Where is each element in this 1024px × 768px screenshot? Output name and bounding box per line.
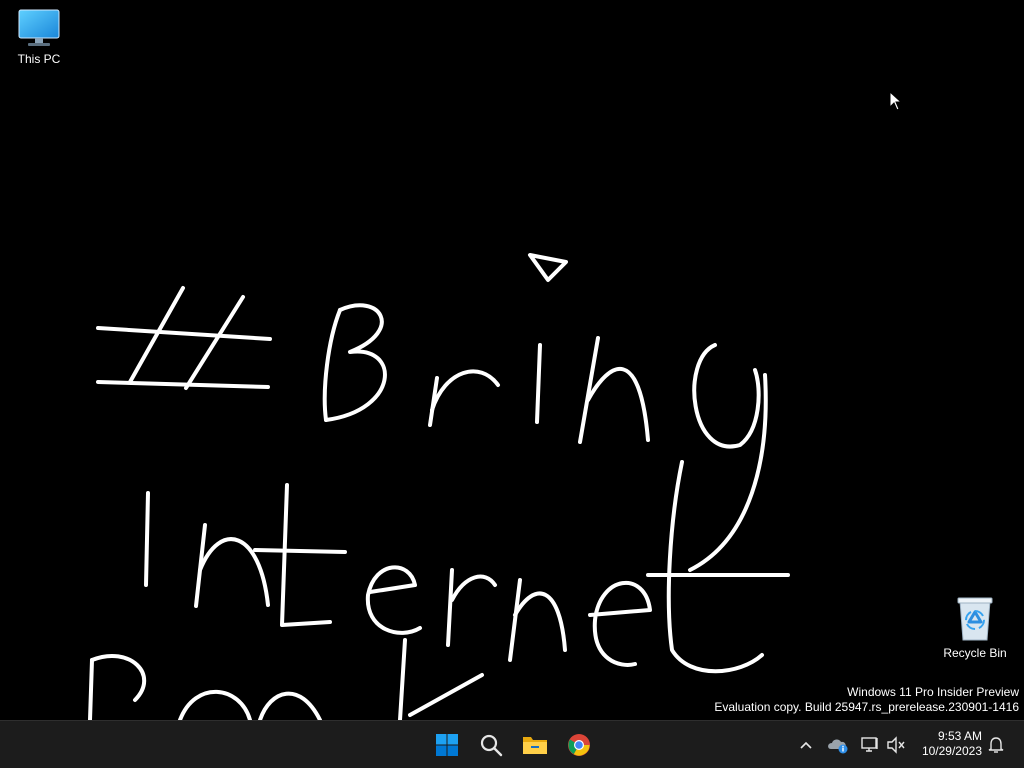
network-tray-button[interactable] — [858, 733, 882, 757]
desktop-icon-this-pc[interactable]: This PC — [1, 8, 77, 66]
windows-watermark: Windows 11 Pro Insider Preview Evaluatio… — [714, 685, 1019, 715]
search-icon — [480, 734, 503, 757]
start-button[interactable] — [429, 727, 465, 763]
mouse-cursor-icon — [889, 91, 903, 111]
desktop-icon-label: This PC — [17, 52, 61, 66]
desktop-icon-recycle-bin[interactable]: Recycle Bin — [937, 596, 1013, 660]
bell-icon — [988, 737, 1004, 753]
cloud-icon — [828, 739, 848, 754]
network-icon — [861, 737, 878, 752]
taskbar: 9:53 AM 10/29/2023 — [0, 720, 1024, 768]
watermark-edition: Windows 11 Pro Insider Preview — [847, 685, 1019, 699]
clock-date: 10/29/2023 — [921, 744, 982, 758]
monitor-icon — [18, 9, 60, 46]
chevron-up-icon — [800, 741, 812, 749]
chrome-icon — [568, 734, 590, 756]
handwritten-drawing — [88, 253, 790, 720]
notifications-button[interactable] — [984, 733, 1008, 757]
desktop: This PC Recycle Bin Windows 11 Pro Insid… — [0, 0, 1024, 720]
folder-icon — [523, 737, 547, 754]
windows-logo-icon — [436, 734, 458, 756]
file-explorer-button[interactable] — [517, 727, 553, 763]
recycle-bin-icon — [957, 597, 993, 641]
clock[interactable]: 9:53 AM 10/29/2023 — [912, 729, 982, 759]
onedrive-tray-button[interactable] — [826, 733, 850, 757]
show-hidden-icons-button[interactable] — [794, 733, 818, 757]
chrome-button[interactable] — [561, 727, 597, 763]
watermark-build: Evaluation copy. Build 25947.rs_prerelea… — [714, 700, 1019, 714]
search-button[interactable] — [473, 727, 509, 763]
speaker-muted-icon — [887, 736, 905, 754]
clock-time: 9:53 AM — [937, 729, 982, 743]
volume-tray-button[interactable] — [884, 733, 908, 757]
desktop-icon-label: Recycle Bin — [943, 646, 1007, 660]
